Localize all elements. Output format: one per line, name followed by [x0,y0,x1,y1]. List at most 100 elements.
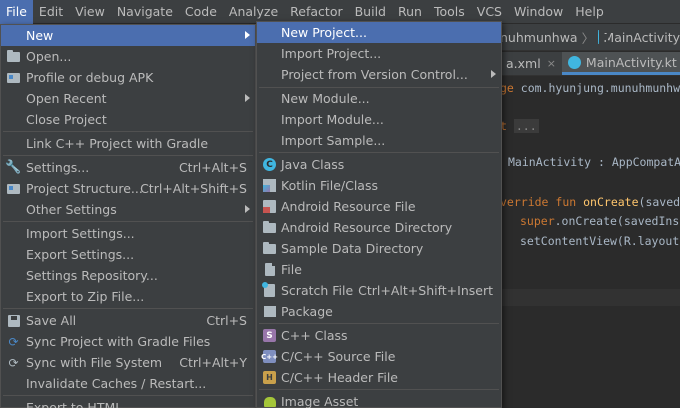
editor-tab-label: MainActivity.kt [585,54,677,70]
menu-vcs[interactable]: VCS [471,0,508,24]
menu-separator [3,155,253,156]
breadcrumb-package[interactable]: nuhmunhwa [500,30,578,45]
menu-code[interactable]: Code [179,0,223,24]
kotlin-file-icon [567,55,581,69]
new-kotlin-file[interactable]: Kotlin File/Class [257,175,501,196]
sync-icon: ⟳ [8,355,19,370]
file-menu-close-project[interactable]: Close Project [1,109,255,130]
new-image-asset[interactable]: Image Asset [257,391,501,408]
menu-refactor[interactable]: Refactor [284,0,348,24]
code-line-class: MainActivity : AppCompatActiv [508,155,680,169]
file-menu-other-settings[interactable]: Other Settings [1,199,255,220]
new-file[interactable]: File [257,259,501,280]
code-line-super: super.onCreate(savedInstanc [520,214,680,228]
file-menu-profile-apk[interactable]: Profile or debug APK [1,67,255,88]
file-menu-new[interactable]: New [1,25,255,46]
new-android-resource-directory[interactable]: Android Resource Directory [257,217,501,238]
menu-view[interactable]: View [69,0,111,24]
cpp-header-icon: H [262,370,277,385]
editor-tab-xml[interactable]: a.xml × [500,52,562,75]
file-menu: New Open... Profile or debug APK Open Re… [0,24,256,408]
new-android-resource-file[interactable]: Android Resource File [257,196,501,217]
editor-tabs: a.xml × MainActivity.kt × [500,52,680,76]
submenu-arrow-icon [245,31,250,39]
file-menu-settings-repository[interactable]: Settings Repository... [1,265,255,286]
breadcrumb-current-file[interactable]: MainActivity [603,30,680,45]
editor-tab-label: a.xml [506,56,541,71]
new-cpp-class[interactable]: S C++ Class [257,325,501,346]
menu-file[interactable]: File [0,0,33,24]
file-menu-invalidate-caches[interactable]: Invalidate Caches / Restart... [1,373,255,394]
folder-icon [262,220,277,235]
cpp-source-icon: C++ [261,349,278,364]
import-project[interactable]: Import Project... [257,43,501,64]
code-editor[interactable]: ge com.hyunjung.munuhmunhwa t ... MainAc… [500,77,680,408]
folder-icon [262,241,277,256]
menu-help[interactable]: Help [569,0,610,24]
menu-separator [3,395,253,396]
new-sample-data-directory[interactable]: Sample Data Directory [257,238,501,259]
menu-tools[interactable]: Tools [428,0,471,24]
code-line-package: ge com.hyunjung.munuhmunhwa [500,81,680,95]
project-from-vcs[interactable]: Project from Version Control... [257,64,501,85]
shortcut-label: Ctrl+S [206,313,247,328]
file-menu-export-zip[interactable]: Export to Zip File... [1,286,255,307]
new-package[interactable]: Package [257,301,501,322]
menu-window[interactable]: Window [508,0,569,24]
code-line-oncreate: verride fun onCreate(savedInst [500,195,680,209]
new-cpp-source-file[interactable]: C++ C/C++ Source File [257,346,501,367]
code-line-imports: t ... [500,119,539,133]
file-menu-import-settings[interactable]: Import Settings... [1,223,255,244]
menu-edit[interactable]: Edit [33,0,69,24]
file-menu-link-cpp[interactable]: Link C++ Project with Gradle [1,133,255,154]
file-menu-export-html[interactable]: Export to HTML... [1,397,255,408]
cpp-class-icon: S [262,328,277,343]
current-line-highlight [500,289,680,306]
new-scratch-file[interactable]: Scratch File Ctrl+Alt+Shift+Insert [257,280,501,301]
new-java-class[interactable]: C Java Class [257,154,501,175]
file-menu-project-structure[interactable]: Project Structure... Ctrl+Alt+Shift+S [1,178,255,199]
gradle-sync-icon: ⟳ [8,334,19,349]
shortcut-label: Ctrl+Alt+Shift+S [140,181,247,196]
shortcut-label: Ctrl+Alt+Shift+Insert [358,283,493,298]
submenu-arrow-icon [245,94,250,102]
java-class-icon: C [262,157,277,172]
menu-build[interactable]: Build [349,0,392,24]
menu-navigate[interactable]: Navigate [111,0,179,24]
menu-run[interactable]: Run [392,0,428,24]
apk-icon [6,70,21,85]
new-project[interactable]: New Project... [257,22,501,43]
folded-code[interactable]: ... [513,119,539,133]
breadcrumb-separator: 〉 [581,30,595,46]
close-icon[interactable]: × [547,57,556,70]
submenu-arrow-icon [491,70,496,78]
file-menu-save-all[interactable]: Save All Ctrl+S [1,310,255,331]
file-menu-sync-filesystem[interactable]: ⟳ Sync with File System Ctrl+Alt+Y [1,352,255,373]
new-cpp-header-file[interactable]: H C/C++ Header File [257,367,501,388]
import-sample[interactable]: Import Sample... [257,130,501,151]
file-menu-open[interactable]: Open... [1,46,255,67]
shortcut-label: Ctrl+Alt+S [178,160,247,175]
scratch-file-icon [262,282,277,298]
menu-separator [3,131,253,132]
menu-separator [259,323,499,324]
kotlin-file-icon [262,178,277,193]
project-structure-icon [6,181,21,196]
code-line-setcontentview: setContentView(R.layout.act [520,234,680,248]
menu-separator [3,221,253,222]
navigation-bar: nuhmunhwa 〉 MainActivity [500,24,680,51]
import-module[interactable]: Import Module... [257,109,501,130]
menu-separator [3,308,253,309]
editor-tab-mainactivity[interactable]: MainActivity.kt × [561,52,680,75]
submenu-arrow-icon [245,205,250,213]
file-menu-sync-gradle[interactable]: ⟳ Sync Project with Gradle Files [1,331,255,352]
new-module[interactable]: New Module... [257,88,501,109]
menu-separator [259,389,499,390]
file-menu-export-settings[interactable]: Export Settings... [1,244,255,265]
menu-analyze[interactable]: Analyze [223,0,284,24]
android-robot-icon [262,394,277,408]
file-menu-settings[interactable]: 🔧 Settings... Ctrl+Alt+S [1,157,255,178]
package-icon [262,304,277,319]
file-menu-open-recent[interactable]: Open Recent [1,88,255,109]
wrench-icon: 🔧 [5,160,22,175]
